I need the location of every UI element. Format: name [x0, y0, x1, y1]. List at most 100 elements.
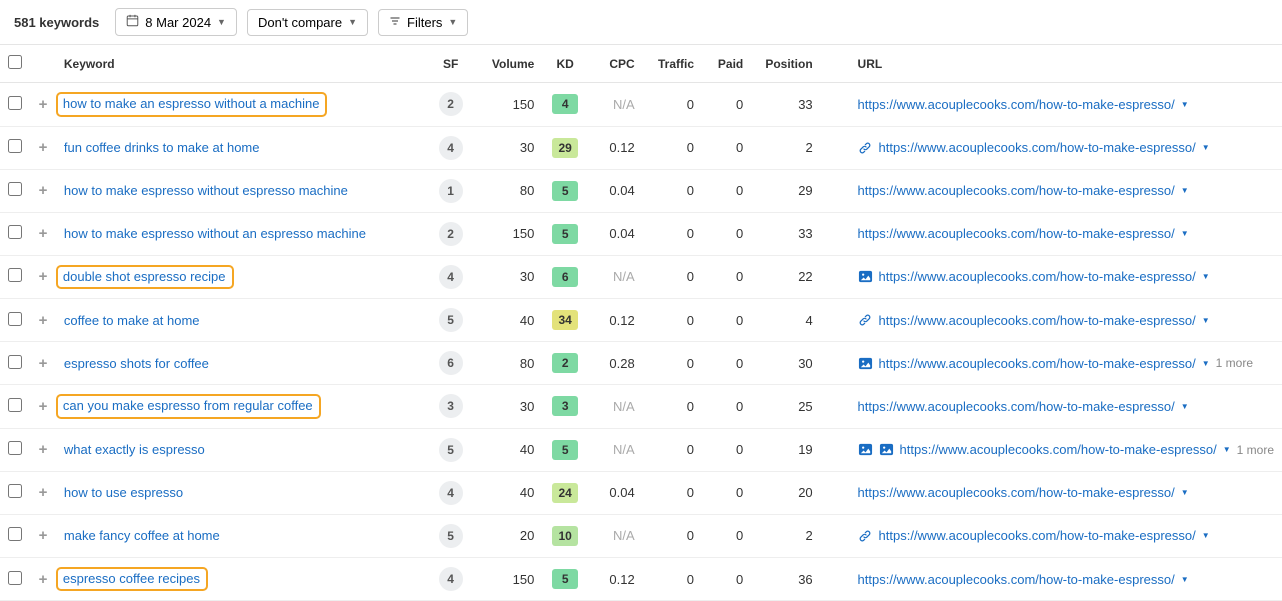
position-value: 22: [751, 255, 820, 299]
paid-value: 0: [702, 255, 751, 299]
volume-value: 80: [473, 169, 542, 212]
row-checkbox[interactable]: [8, 182, 22, 196]
keyword-link[interactable]: how to use espresso: [64, 485, 183, 500]
keyword-link[interactable]: espresso coffee recipes: [56, 567, 208, 592]
col-traffic[interactable]: Traffic: [643, 45, 702, 83]
chevron-down-icon[interactable]: ▼: [1181, 575, 1189, 584]
expand-icon[interactable]: +: [39, 268, 48, 285]
paid-value: 0: [702, 342, 751, 385]
keyword-link[interactable]: can you make espresso from regular coffe…: [56, 394, 321, 419]
sf-badge[interactable]: 2: [439, 92, 463, 116]
row-checkbox[interactable]: [8, 96, 22, 110]
volume-value: 80: [473, 342, 542, 385]
col-cpc[interactable]: CPC: [588, 45, 643, 83]
sf-badge[interactable]: 5: [439, 308, 463, 332]
chevron-down-icon: ▼: [217, 17, 226, 27]
volume-value: 30: [473, 126, 542, 169]
col-position[interactable]: Position: [751, 45, 820, 83]
expand-icon[interactable]: +: [39, 441, 48, 458]
col-keyword[interactable]: Keyword: [56, 45, 428, 83]
keyword-link[interactable]: coffee to make at home: [64, 313, 200, 328]
sf-badge[interactable]: 5: [439, 524, 463, 548]
url-link[interactable]: https://www.acouplecooks.com/how-to-make…: [879, 528, 1196, 543]
more-urls-label[interactable]: 1 more: [1216, 356, 1253, 370]
keyword-link[interactable]: fun coffee drinks to make at home: [64, 140, 260, 155]
chevron-down-icon[interactable]: ▼: [1202, 531, 1210, 540]
sf-badge[interactable]: 5: [439, 438, 463, 462]
sf-badge[interactable]: 4: [439, 567, 463, 591]
filters-button[interactable]: Filters ▼: [378, 9, 468, 36]
url-link[interactable]: https://www.acouplecooks.com/how-to-make…: [879, 356, 1196, 371]
row-checkbox[interactable]: [8, 398, 22, 412]
row-checkbox[interactable]: [8, 527, 22, 541]
keyword-link[interactable]: how to make espresso without an espresso…: [64, 226, 366, 241]
url-link[interactable]: https://www.acouplecooks.com/how-to-make…: [879, 269, 1196, 284]
keyword-link[interactable]: what exactly is espresso: [64, 442, 205, 457]
col-url[interactable]: URL: [850, 45, 1282, 83]
url-link[interactable]: https://www.acouplecooks.com/how-to-make…: [879, 313, 1196, 328]
chevron-down-icon[interactable]: ▼: [1223, 445, 1231, 454]
traffic-value: 0: [643, 428, 702, 471]
chevron-down-icon[interactable]: ▼: [1202, 359, 1210, 368]
expand-icon[interactable]: +: [39, 484, 48, 501]
select-all-checkbox[interactable]: [8, 55, 22, 69]
chevron-down-icon[interactable]: ▼: [1181, 186, 1189, 195]
row-checkbox[interactable]: [8, 355, 22, 369]
col-volume[interactable]: Volume: [473, 45, 542, 83]
keyword-link[interactable]: make fancy coffee at home: [64, 528, 220, 543]
more-urls-label[interactable]: 1 more: [1237, 443, 1274, 457]
sf-badge[interactable]: 3: [439, 394, 463, 418]
expand-icon[interactable]: +: [39, 571, 48, 588]
chevron-down-icon[interactable]: ▼: [1202, 272, 1210, 281]
expand-icon[interactable]: +: [39, 398, 48, 415]
url-link[interactable]: https://www.acouplecooks.com/how-to-make…: [858, 97, 1175, 112]
keyword-link[interactable]: how to make an espresso without a machin…: [56, 92, 328, 117]
table-row: +make fancy coffee at home52010N/A002htt…: [0, 514, 1282, 557]
volume-value: 20: [473, 514, 542, 557]
keyword-link[interactable]: how to make espresso without espresso ma…: [64, 183, 348, 198]
row-checkbox[interactable]: [8, 441, 22, 455]
sf-badge[interactable]: 4: [439, 136, 463, 160]
chevron-down-icon[interactable]: ▼: [1181, 100, 1189, 109]
chevron-down-icon[interactable]: ▼: [1181, 402, 1189, 411]
expand-icon[interactable]: +: [39, 182, 48, 199]
date-picker-button[interactable]: 8 Mar 2024 ▼: [115, 8, 237, 36]
expand-icon[interactable]: +: [39, 96, 48, 113]
row-checkbox[interactable]: [8, 571, 22, 585]
url-link[interactable]: https://www.acouplecooks.com/how-to-make…: [879, 140, 1196, 155]
expand-icon[interactable]: +: [39, 527, 48, 544]
compare-button[interactable]: Don't compare ▼: [247, 9, 368, 36]
url-link[interactable]: https://www.acouplecooks.com/how-to-make…: [858, 485, 1175, 500]
date-label: 8 Mar 2024: [145, 15, 211, 30]
expand-icon[interactable]: +: [39, 139, 48, 156]
keyword-link[interactable]: double shot espresso recipe: [56, 265, 234, 290]
sf-badge[interactable]: 6: [439, 351, 463, 375]
sf-badge[interactable]: 4: [439, 265, 463, 289]
row-checkbox[interactable]: [8, 225, 22, 239]
expand-icon[interactable]: +: [39, 312, 48, 329]
chevron-down-icon[interactable]: ▼: [1202, 316, 1210, 325]
row-checkbox[interactable]: [8, 484, 22, 498]
url-link[interactable]: https://www.acouplecooks.com/how-to-make…: [900, 442, 1217, 457]
col-sf[interactable]: SF: [428, 45, 473, 83]
col-paid[interactable]: Paid: [702, 45, 751, 83]
chevron-down-icon[interactable]: ▼: [1181, 229, 1189, 238]
chevron-down-icon[interactable]: ▼: [1181, 488, 1189, 497]
url-link[interactable]: https://www.acouplecooks.com/how-to-make…: [858, 226, 1175, 241]
sf-badge[interactable]: 4: [439, 481, 463, 505]
keyword-link[interactable]: espresso shots for coffee: [64, 356, 209, 371]
expand-icon[interactable]: +: [39, 225, 48, 242]
url-link[interactable]: https://www.acouplecooks.com/how-to-make…: [858, 183, 1175, 198]
image-pack-icon: [858, 269, 873, 284]
sf-badge[interactable]: 1: [439, 179, 463, 203]
col-kd[interactable]: KD: [542, 45, 588, 83]
expand-icon[interactable]: +: [39, 355, 48, 372]
url-link[interactable]: https://www.acouplecooks.com/how-to-make…: [858, 399, 1175, 414]
row-checkbox[interactable]: [8, 312, 22, 326]
chevron-down-icon[interactable]: ▼: [1202, 143, 1210, 152]
row-checkbox[interactable]: [8, 268, 22, 282]
row-checkbox[interactable]: [8, 139, 22, 153]
sf-badge[interactable]: 2: [439, 222, 463, 246]
url-link[interactable]: https://www.acouplecooks.com/how-to-make…: [858, 572, 1175, 587]
traffic-value: 0: [643, 299, 702, 342]
